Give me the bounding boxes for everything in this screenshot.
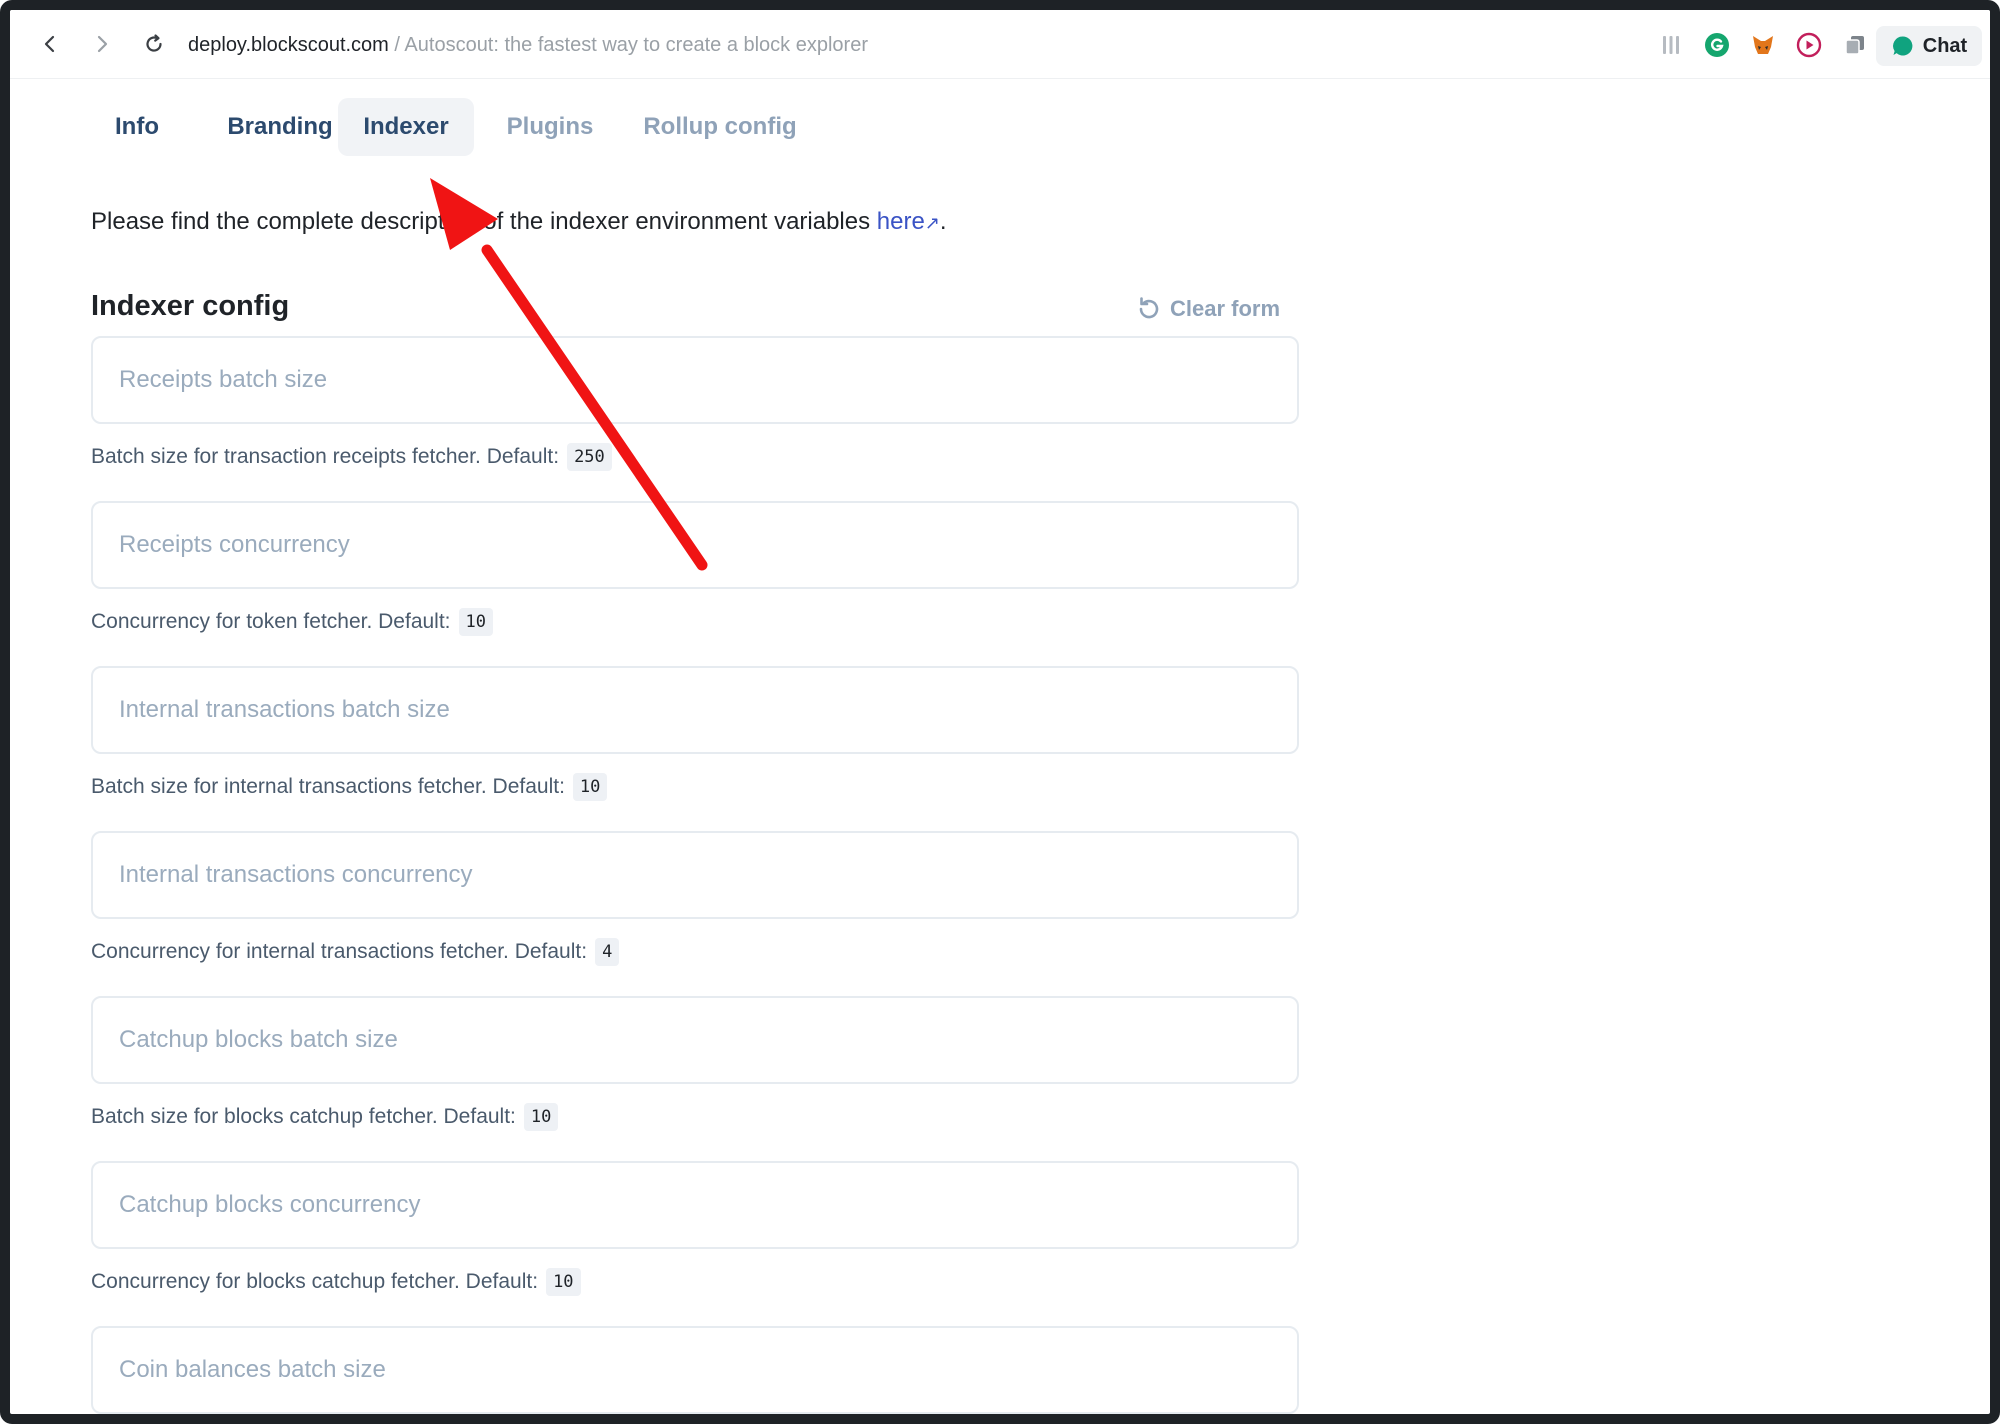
- catchup-blocks-concurrency-hint: Concurrency for blocks catchup fetcher. …: [91, 1268, 581, 1296]
- default-value: 10: [546, 1268, 581, 1296]
- grammarly-icon[interactable]: [1704, 32, 1730, 58]
- catchup-blocks-batch-size-field: [91, 996, 1299, 1084]
- forward-button[interactable]: [84, 26, 120, 62]
- reload-icon: [146, 34, 162, 52]
- tab-indexer[interactable]: Indexer: [338, 98, 474, 156]
- internal-transactions-concurrency-hint: Concurrency for internal transactions fe…: [91, 938, 620, 966]
- default-value: 250: [567, 443, 612, 471]
- clear-form-button[interactable]: Clear form: [1134, 293, 1280, 325]
- browser-toolbar: deploy.blockscout.com / Autoscout: the f…: [10, 10, 1990, 79]
- hint-text: Concurrency for blocks catchup fetcher. …: [91, 1270, 539, 1293]
- catchup-blocks-batch-size-input[interactable]: [93, 998, 1297, 1082]
- tab-info[interactable]: Info: [90, 98, 184, 156]
- undo-icon: [1139, 297, 1159, 319]
- copy-extension-icon[interactable]: [1842, 32, 1868, 58]
- internal-transactions-batch-size-field: [91, 666, 1299, 754]
- hint-text: Concurrency for token fetcher. Default:: [91, 610, 451, 633]
- internal-transactions-batch-size-input[interactable]: [93, 668, 1297, 752]
- receipts-batch-size-hint: Batch size for transaction receipts fetc…: [91, 443, 612, 471]
- docs-link-label: here: [876, 208, 925, 235]
- indexer-description: Please find the complete description of …: [91, 208, 947, 236]
- hint-text: Batch size for transaction receipts fetc…: [91, 445, 560, 468]
- screen-recorder-icon[interactable]: [1796, 32, 1822, 58]
- chat-button[interactable]: Chat: [1876, 26, 1982, 66]
- chevron-left-icon: [44, 35, 55, 53]
- description-end: .: [939, 208, 947, 235]
- default-value: 10: [523, 1103, 559, 1131]
- chevron-right-icon: [97, 35, 108, 53]
- address-domain: deploy.blockscout.com: [188, 34, 389, 56]
- receipts-concurrency-field: [91, 501, 1299, 589]
- catchup-blocks-concurrency-input[interactable]: [93, 1163, 1297, 1247]
- hint-text: Batch size for internal transactions fet…: [91, 775, 565, 798]
- address-bar[interactable]: deploy.blockscout.com / Autoscout: the f…: [188, 34, 868, 57]
- receipts-concurrency-hint: Concurrency for token fetcher. Default: 1…: [91, 608, 493, 636]
- receipts-batch-size-input[interactable]: [93, 338, 1297, 422]
- clear-form-label: Clear form: [1170, 296, 1281, 321]
- default-value: 4: [595, 938, 620, 966]
- metamask-icon[interactable]: [1750, 32, 1776, 58]
- external-link-icon: ↗: [924, 213, 940, 233]
- description-text: Please find the complete description of …: [91, 208, 877, 235]
- default-value: 10: [458, 608, 493, 636]
- internal-transactions-concurrency-field: [91, 831, 1299, 919]
- coin-balances-batch-size-field: [91, 1326, 1299, 1414]
- catchup-blocks-concurrency-field: [91, 1161, 1299, 1249]
- browser-window: deploy.blockscout.com / Autoscout: the f…: [0, 0, 2000, 1424]
- hint-text: Concurrency for internal transactions fe…: [91, 940, 588, 963]
- section-title: Indexer config: [91, 290, 290, 322]
- internal-transactions-concurrency-input[interactable]: [93, 833, 1297, 917]
- default-value: 10: [572, 773, 608, 801]
- address-separator: /: [388, 34, 405, 56]
- coin-balances-batch-size-input[interactable]: [93, 1328, 1297, 1412]
- tools-icon[interactable]: [1658, 32, 1684, 58]
- receipts-concurrency-input[interactable]: [93, 503, 1297, 587]
- hint-text: Batch size for blocks catchup fetcher. D…: [91, 1105, 516, 1128]
- catchup-blocks-batch-size-hint: Batch size for blocks catchup fetcher. D…: [91, 1103, 559, 1131]
- back-button[interactable]: [32, 26, 68, 62]
- receipts-batch-size-field: [91, 336, 1299, 424]
- address-page-title: Autoscout: the fastest way to create a b…: [404, 34, 868, 56]
- internal-transactions-batch-size-hint: Batch size for internal transactions fet…: [91, 773, 608, 801]
- docs-link[interactable]: here↗: [877, 208, 940, 235]
- reload-button[interactable]: [136, 26, 172, 62]
- chat-bubble-icon: [1892, 36, 1913, 56]
- chat-button-label: Chat: [1922, 34, 1968, 57]
- tab-rollup-config[interactable]: Rollup config: [620, 98, 820, 156]
- tab-plugins[interactable]: Plugins: [482, 98, 618, 156]
